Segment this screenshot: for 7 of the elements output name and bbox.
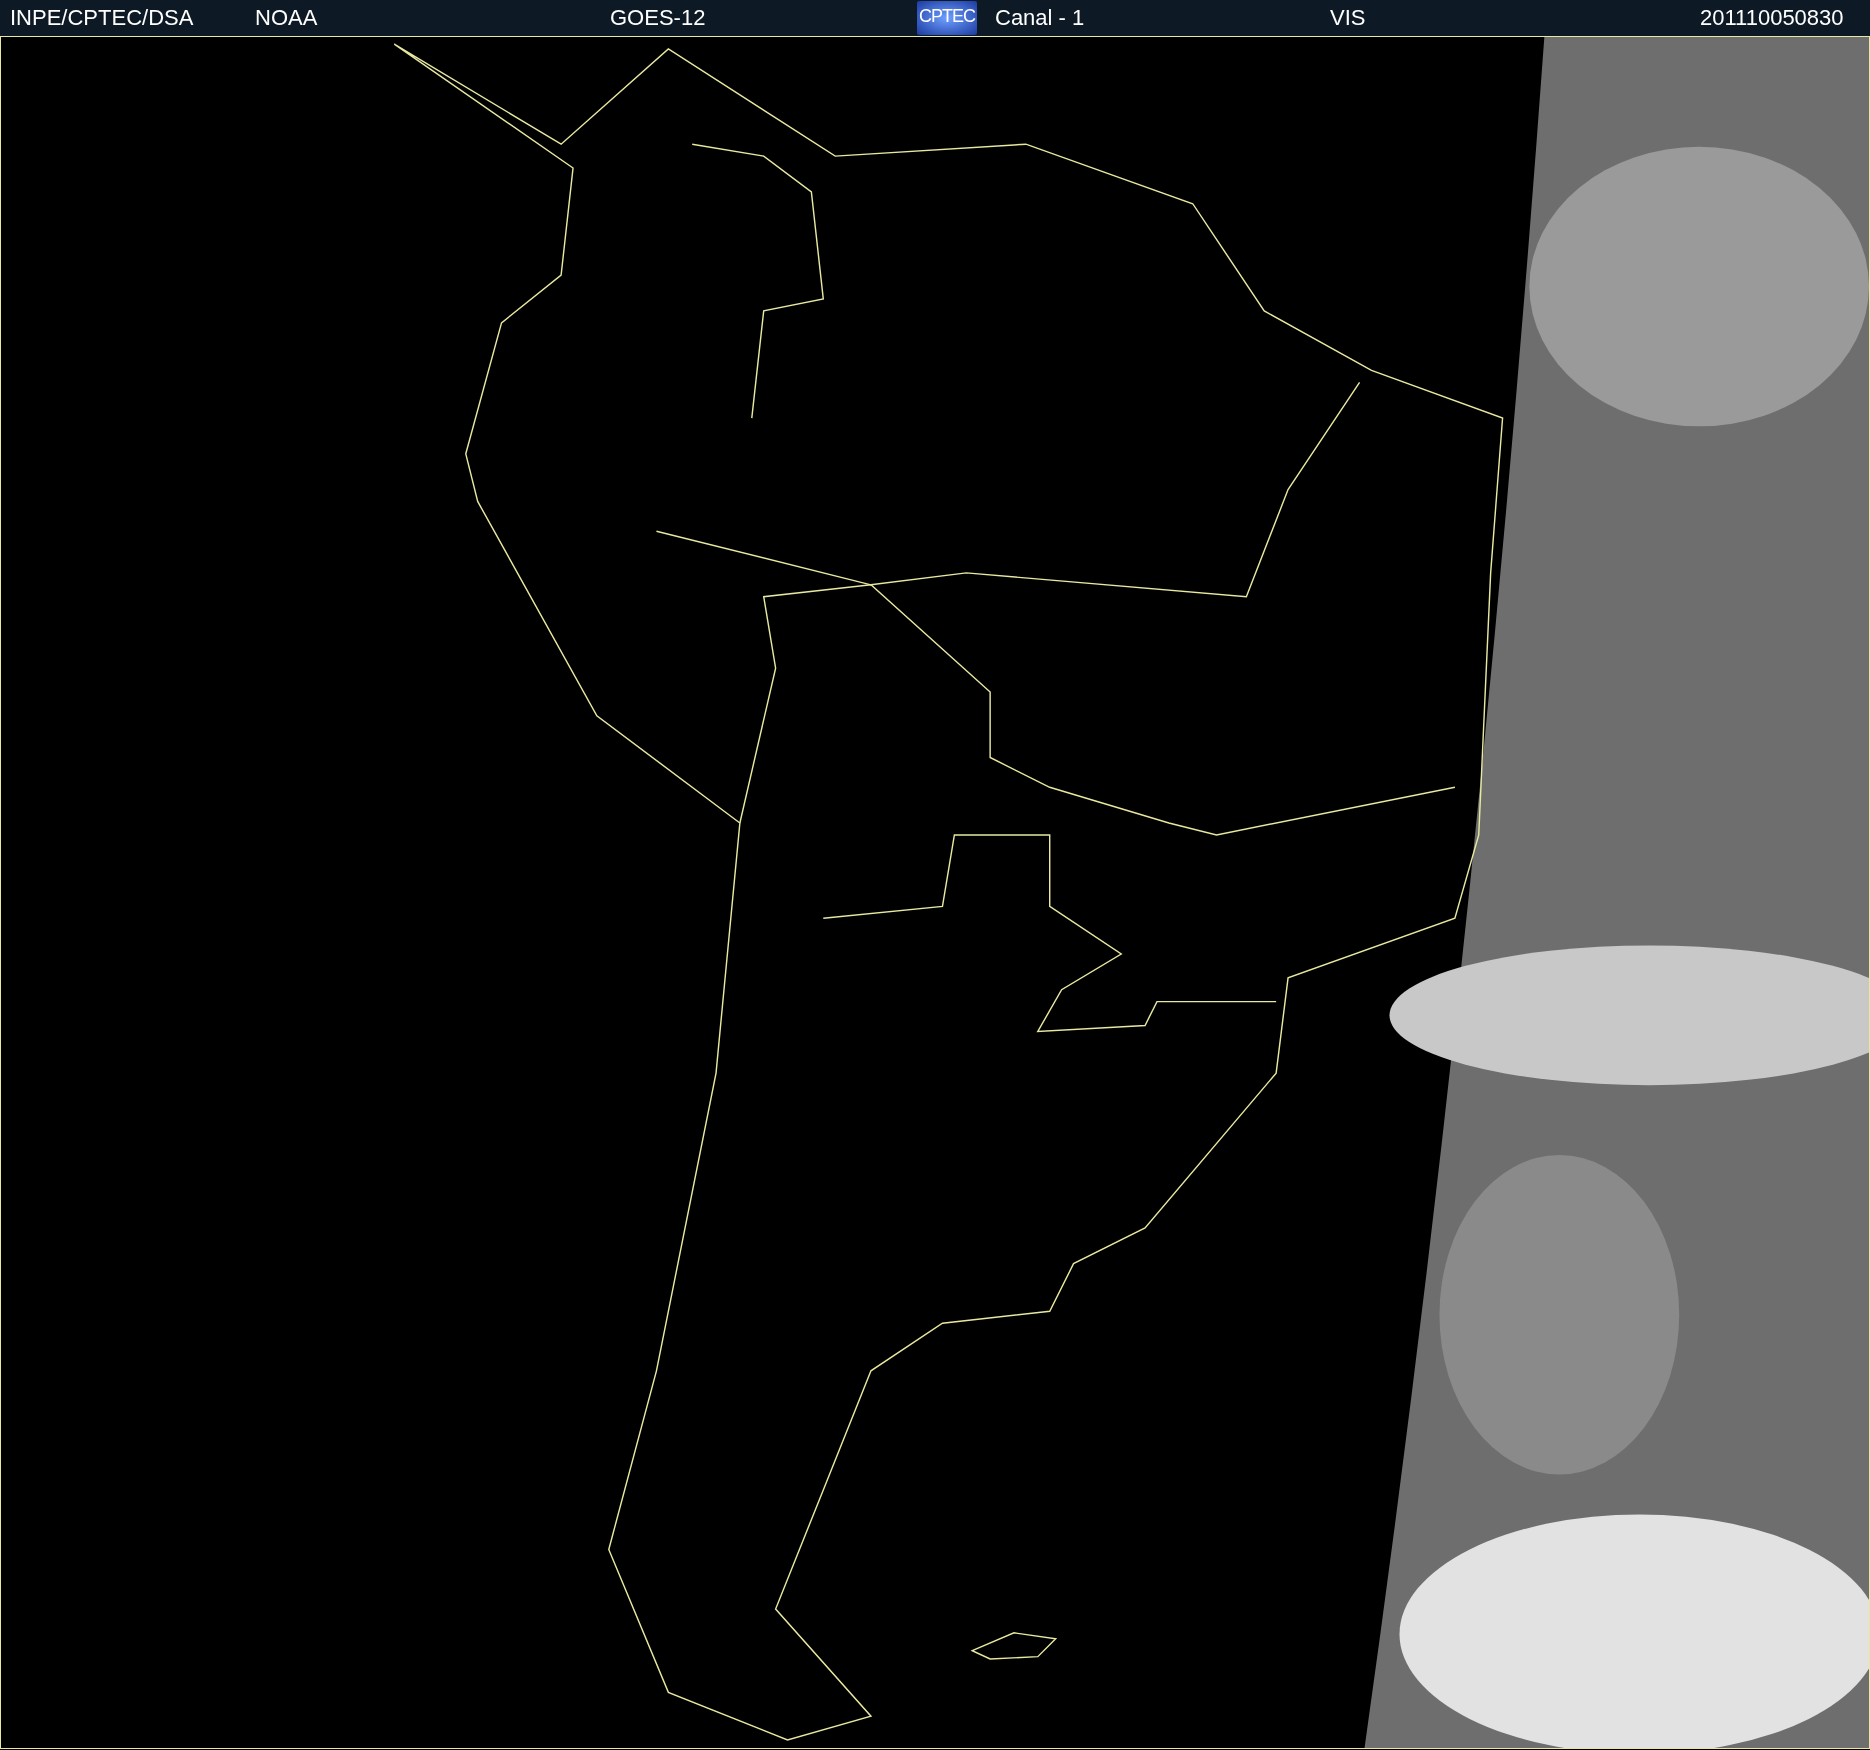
timestamp-label: 201110050830	[1699, 5, 1845, 31]
source-label: INPE/CPTEC/DSA	[9, 5, 195, 31]
satellite-label: GOES-12	[609, 5, 707, 31]
logo: CPTEC	[917, 1, 977, 35]
channel-label: Canal - 1	[994, 5, 1086, 31]
agency-label: NOAA	[254, 5, 319, 31]
band-label: VIS	[1329, 5, 1367, 31]
